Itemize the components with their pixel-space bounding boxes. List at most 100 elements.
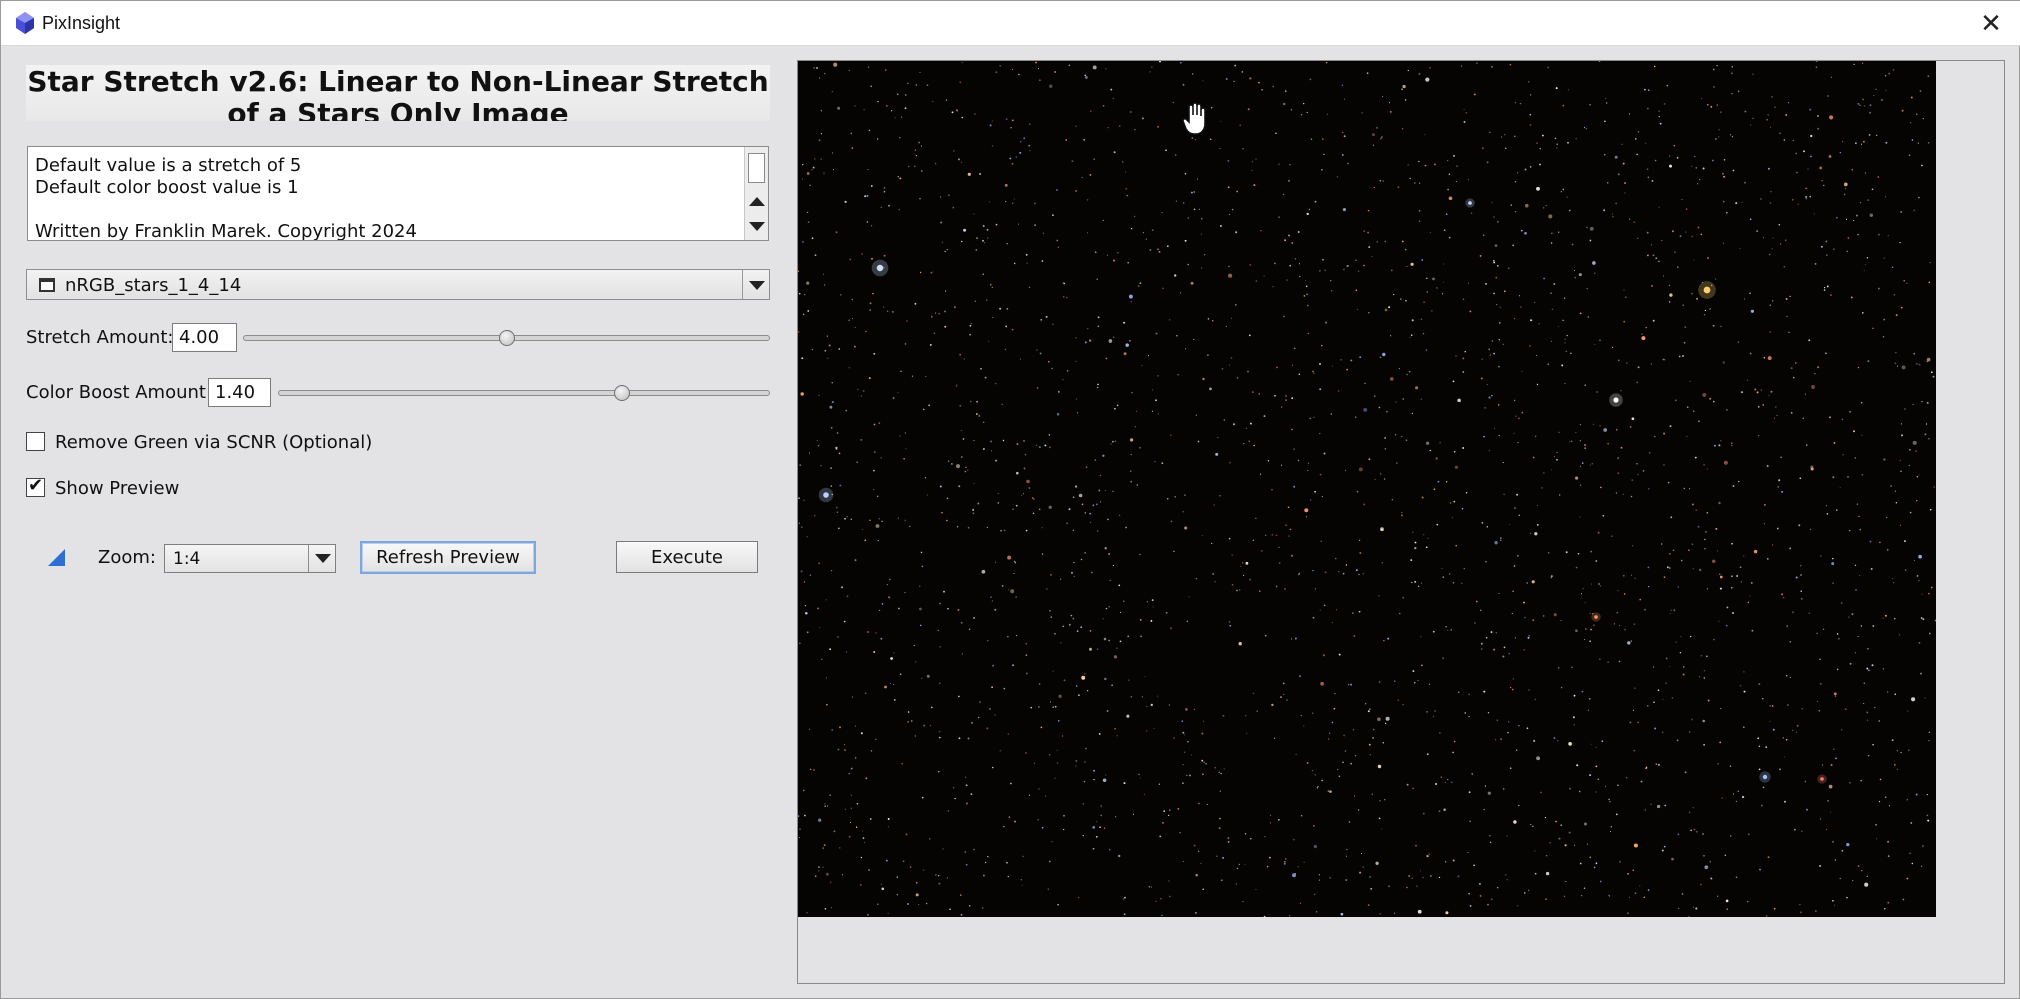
star — [823, 172, 825, 174]
star — [1327, 738, 1330, 740]
star — [1002, 825, 1005, 828]
star — [832, 169, 834, 171]
close-button[interactable]: ✕ — [1961, 1, 2020, 46]
star — [1284, 861, 1286, 863]
color-boost-slider-thumb[interactable] — [614, 385, 631, 401]
star — [1688, 731, 1691, 733]
star — [1247, 370, 1249, 373]
star — [1513, 564, 1516, 567]
star — [1563, 297, 1566, 299]
star — [868, 129, 871, 132]
star — [1579, 312, 1582, 315]
star — [1291, 364, 1294, 366]
star — [1348, 821, 1351, 823]
star — [1127, 635, 1130, 638]
star — [886, 583, 889, 586]
star — [1686, 208, 1688, 210]
star — [878, 518, 881, 520]
execute-button[interactable]: Execute — [616, 541, 758, 573]
star — [976, 400, 978, 403]
star — [970, 793, 973, 796]
star — [1764, 504, 1766, 506]
star — [1918, 554, 1922, 559]
star — [818, 394, 820, 397]
star — [1322, 654, 1325, 657]
star — [1647, 889, 1650, 892]
starfield-image — [798, 61, 1936, 917]
star — [1861, 870, 1863, 872]
star — [1211, 319, 1214, 322]
close-icon: ✕ — [1980, 8, 2002, 39]
chevron-down-icon[interactable] — [742, 270, 769, 299]
star — [1913, 559, 1915, 562]
star — [1508, 653, 1510, 655]
description-scrollbar[interactable] — [744, 147, 768, 240]
star — [1406, 373, 1408, 376]
star — [1747, 379, 1749, 381]
star — [1089, 173, 1092, 176]
star — [1157, 248, 1159, 251]
remove-green-checkbox[interactable] — [26, 432, 45, 451]
star — [806, 536, 808, 538]
star — [1866, 257, 1869, 259]
star — [1724, 854, 1727, 856]
star — [1617, 173, 1620, 176]
star — [1048, 446, 1051, 449]
scroll-down-icon[interactable] — [749, 222, 765, 231]
star — [1258, 393, 1260, 395]
view-selector[interactable]: nRGB_stars_1_4_14 — [26, 269, 770, 300]
star — [1193, 708, 1196, 711]
refresh-preview-button[interactable]: Refresh Preview — [360, 541, 536, 574]
star — [904, 107, 907, 110]
star — [1357, 809, 1360, 811]
star — [1234, 64, 1237, 67]
star — [1586, 287, 1588, 290]
star — [1553, 283, 1556, 285]
stretch-slider-thumb[interactable] — [498, 330, 515, 346]
star — [798, 815, 800, 817]
zoom-select[interactable]: 1:4 — [164, 544, 336, 573]
scroll-thumb[interactable] — [748, 153, 765, 183]
star — [1084, 341, 1087, 344]
star — [1306, 293, 1308, 295]
star — [1833, 748, 1835, 750]
star — [1855, 214, 1858, 217]
star — [1318, 874, 1321, 876]
star — [1335, 609, 1338, 611]
star — [1093, 778, 1095, 781]
star — [1808, 339, 1811, 342]
new-instance-triangle-icon[interactable] — [48, 549, 65, 566]
star — [1565, 551, 1568, 554]
star — [1442, 263, 1444, 265]
star — [831, 907, 833, 909]
preview-image[interactable] — [798, 61, 1936, 917]
star — [1703, 677, 1706, 679]
star — [1201, 732, 1204, 735]
show-preview-checkbox[interactable]: ✔ — [26, 475, 45, 497]
star — [1497, 404, 1500, 406]
star — [1023, 439, 1025, 442]
star — [1428, 683, 1430, 685]
star — [1894, 362, 1897, 365]
color-boost-field[interactable]: 1.40 — [208, 378, 271, 407]
star — [1903, 280, 1905, 282]
star — [1720, 325, 1722, 328]
star — [1368, 246, 1371, 249]
chevron-down-icon[interactable] — [308, 545, 335, 572]
star — [800, 526, 803, 528]
scroll-up-icon[interactable] — [749, 197, 765, 206]
star — [1295, 753, 1297, 755]
star — [1119, 125, 1121, 127]
stretch-amount-field[interactable]: 4.00 — [172, 323, 237, 352]
star — [1193, 844, 1196, 847]
star — [964, 470, 967, 473]
color-boost-slider[interactable] — [278, 390, 770, 396]
star — [1560, 620, 1562, 622]
star — [1005, 200, 1007, 203]
star — [1334, 557, 1337, 560]
star — [1795, 731, 1798, 733]
star — [1181, 782, 1184, 785]
star — [1879, 778, 1882, 781]
star — [824, 805, 826, 807]
star — [1706, 103, 1709, 106]
